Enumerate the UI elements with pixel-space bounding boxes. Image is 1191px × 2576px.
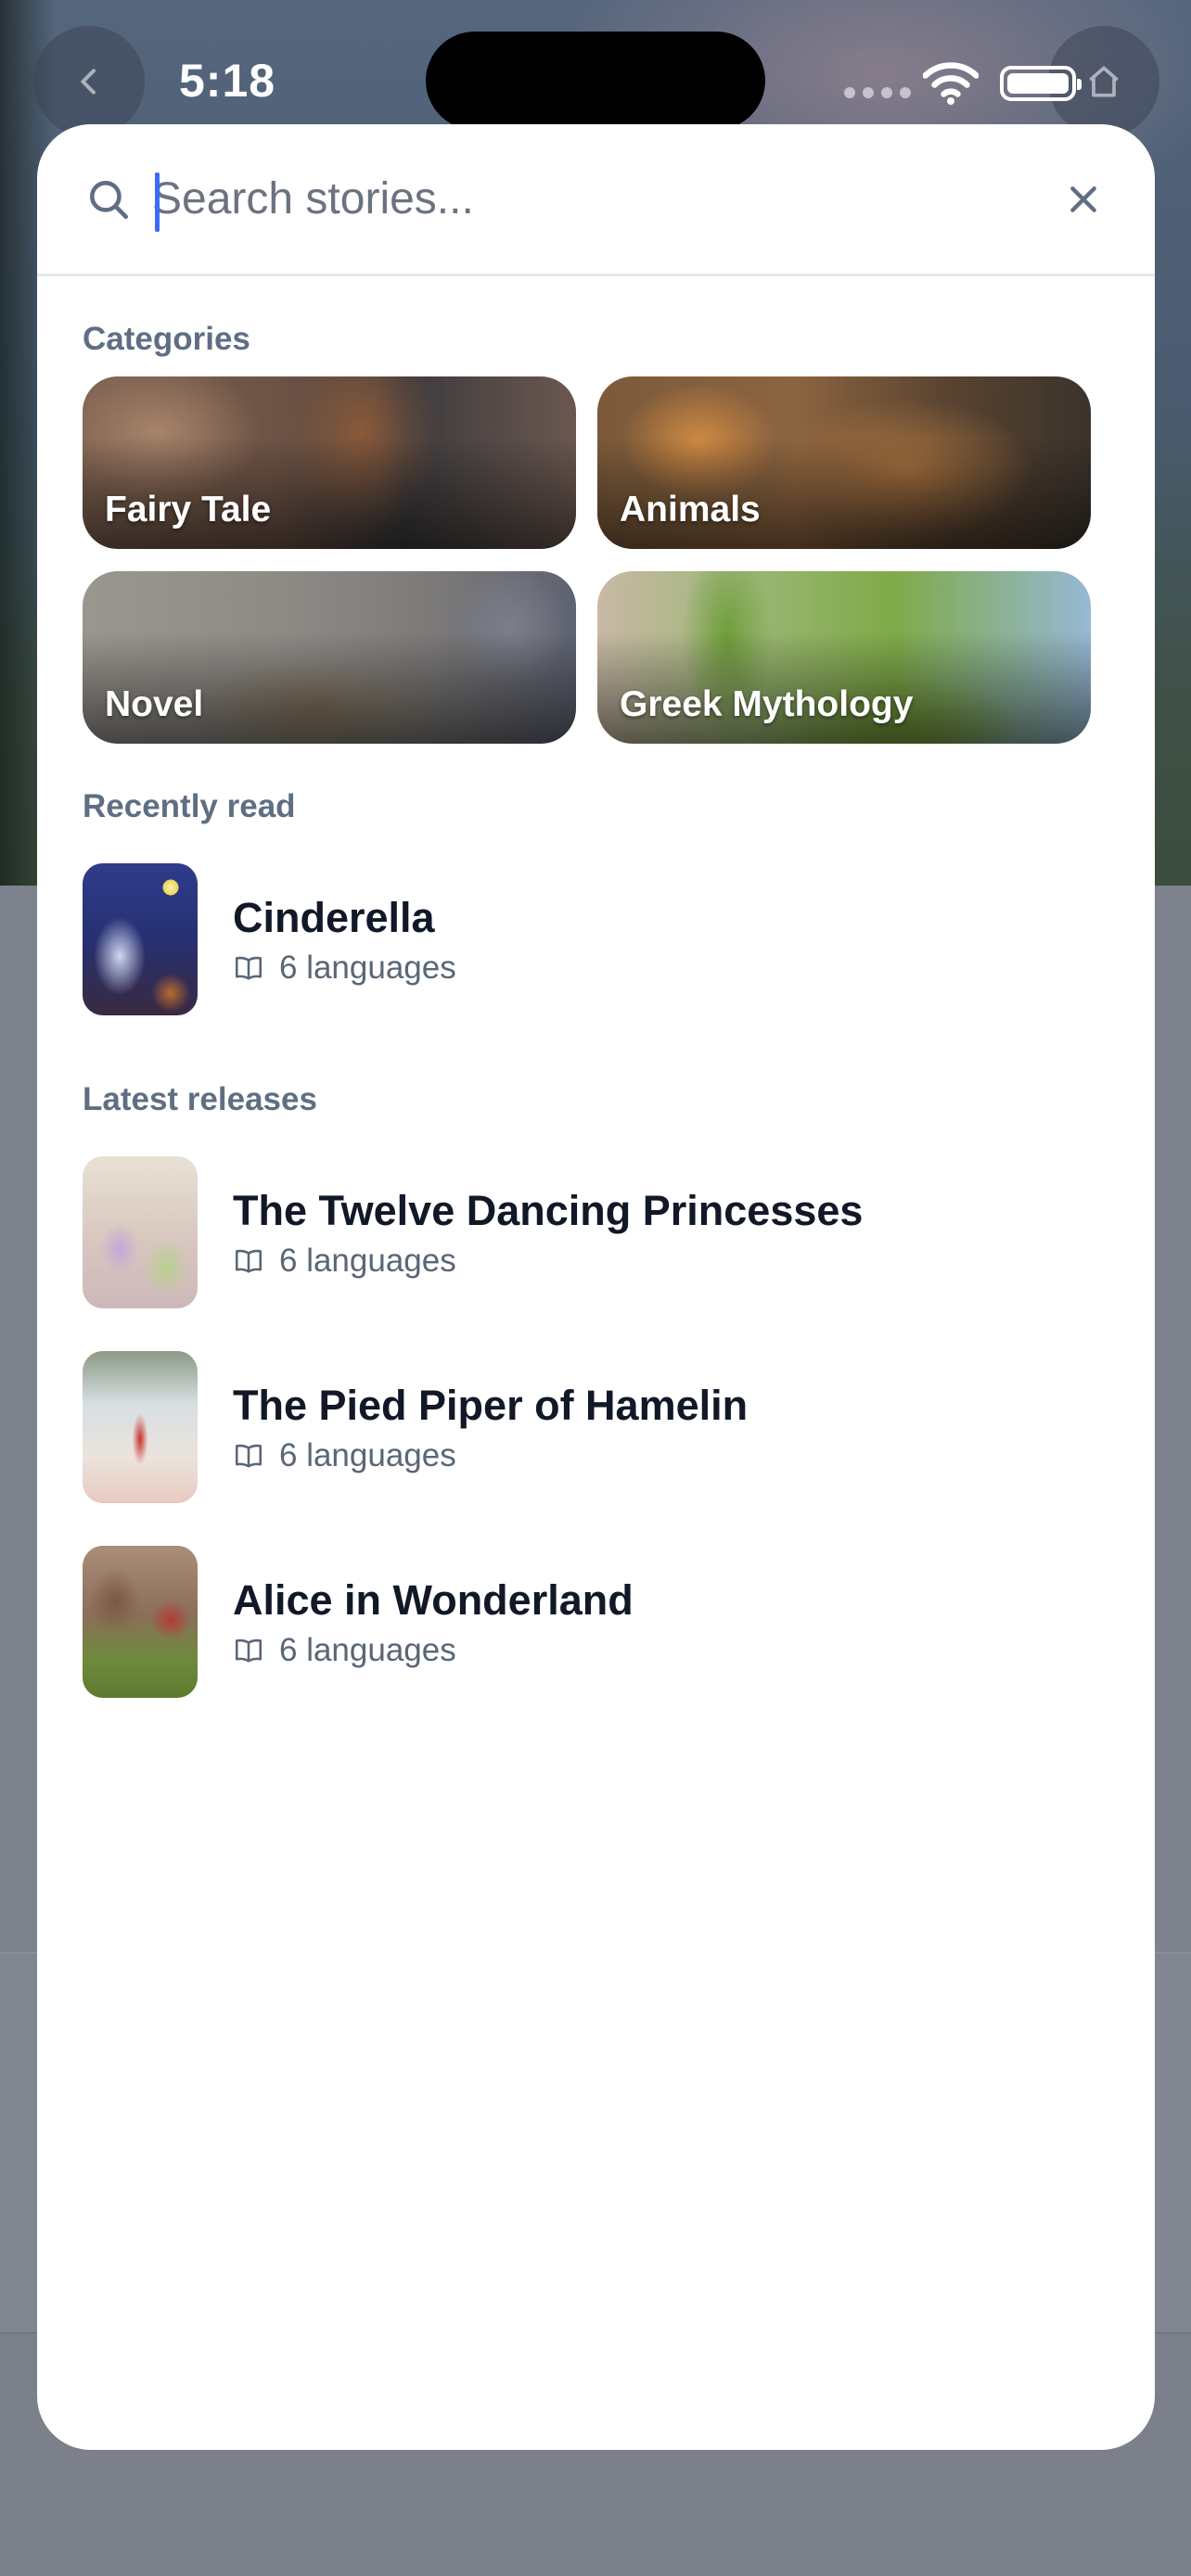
home-icon (1089, 66, 1119, 97)
story-item-pied-piper[interactable]: The Pied Piper of Hamelin 6 languages (83, 1351, 1103, 1503)
search-input[interactable] (152, 161, 1051, 236)
close-icon (1070, 185, 1096, 212)
category-label: Novel (105, 684, 204, 724)
category-novel[interactable]: Novel (83, 571, 576, 744)
category-fairy-tale[interactable]: Fairy Tale (83, 376, 576, 549)
wifi-icon (923, 62, 979, 105)
category-greek-mythology[interactable]: Greek Mythology (597, 571, 1091, 744)
category-label: Greek Mythology (620, 684, 914, 724)
search-bar (37, 124, 1155, 276)
story-thumbnail (83, 863, 198, 1015)
signal-icon (844, 87, 911, 98)
search-icon (90, 180, 129, 219)
close-button[interactable] (1051, 167, 1116, 232)
story-language-count: 6 languages (279, 1632, 456, 1668)
latest-releases-heading: Latest releases (83, 1081, 317, 1117)
back-arrow-icon (81, 69, 96, 95)
story-item-alice-in-wonderland[interactable]: Alice in Wonderland 6 languages (83, 1546, 1103, 1698)
category-label: Fairy Tale (105, 490, 272, 529)
story-thumbnail (83, 1546, 198, 1698)
category-label: Animals (620, 490, 761, 529)
text-cursor (155, 172, 160, 232)
story-title: The Twelve Dancing Princesses (233, 1187, 864, 1234)
category-animals[interactable]: Animals (597, 376, 1091, 549)
book-icon (235, 956, 263, 980)
story-item-cinderella[interactable]: Cinderella 6 languages (83, 863, 1103, 1015)
dynamic-island (426, 32, 765, 130)
story-title: Alice in Wonderland (233, 1576, 634, 1624)
story-title: The Pied Piper of Hamelin (233, 1382, 749, 1429)
story-title: Cinderella (233, 894, 435, 941)
back-button[interactable] (33, 26, 145, 137)
recently-read-heading: Recently read (83, 788, 296, 824)
book-icon (235, 1444, 263, 1468)
story-language-count: 6 languages (279, 950, 456, 986)
story-thumbnail (83, 1351, 198, 1503)
categories-heading: Categories (83, 321, 250, 357)
status-time: 5:18 (179, 55, 276, 107)
story-language-count: 6 languages (279, 1243, 456, 1279)
battery-icon (1000, 66, 1082, 101)
search-sheet: Categories Fairy Tale Animals Novel Gree… (37, 124, 1155, 2450)
story-item-twelve-dancing-princesses[interactable]: The Twelve Dancing Princesses 6 language… (83, 1156, 1103, 1308)
story-language-count: 6 languages (279, 1437, 456, 1473)
story-thumbnail (83, 1156, 198, 1308)
book-icon (235, 1639, 263, 1663)
book-icon (235, 1249, 263, 1273)
